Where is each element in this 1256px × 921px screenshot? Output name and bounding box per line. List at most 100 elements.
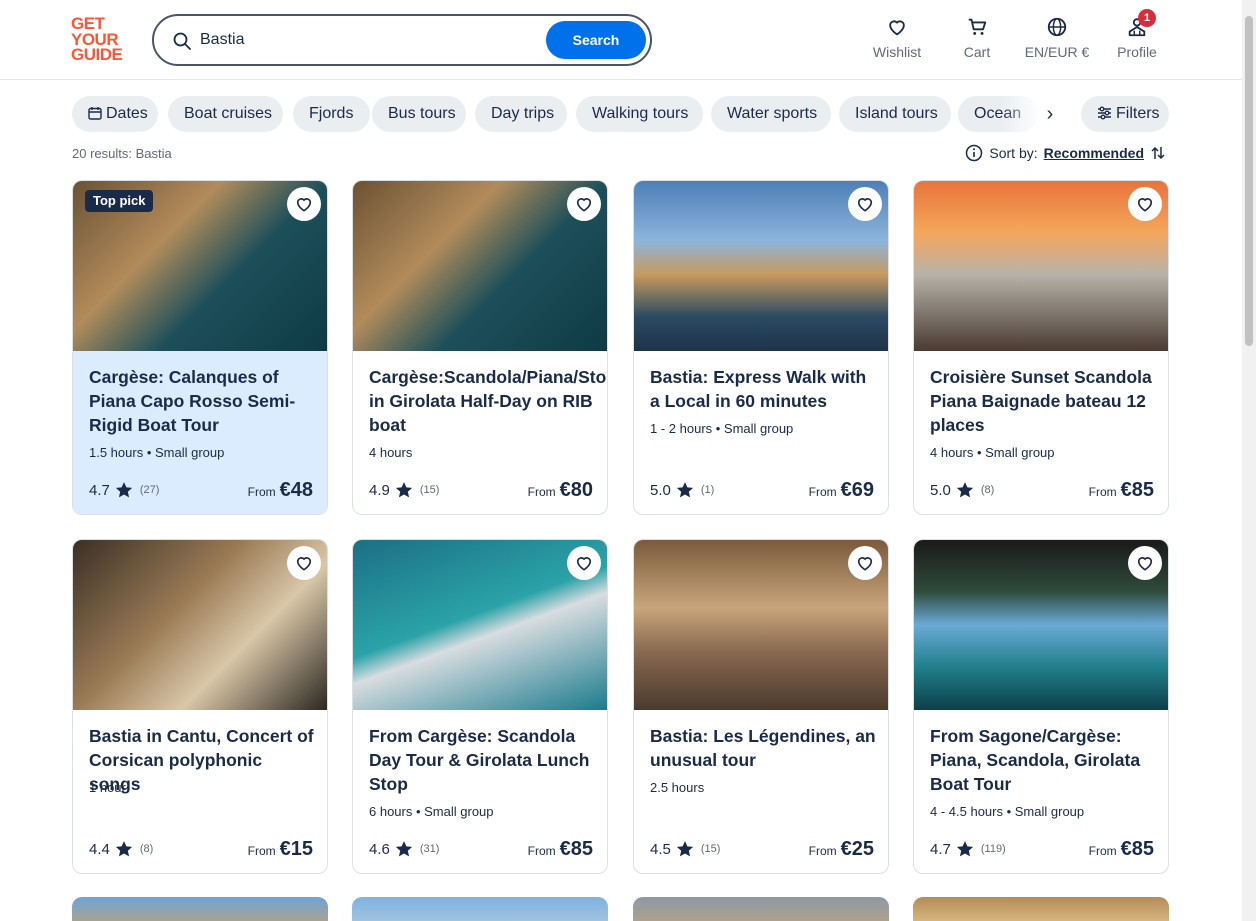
search-button[interactable]: Search <box>546 21 646 59</box>
sort-control[interactable]: Sort by: Recommended <box>965 144 1166 162</box>
activity-duration: 1 hour <box>89 780 126 795</box>
wishlist-heart-button[interactable] <box>567 187 601 221</box>
heart-icon <box>576 198 592 212</box>
activity-card[interactable]: Bastia: Express Walk with a Local in 60 … <box>633 180 889 515</box>
review-count: (119) <box>980 843 1006 855</box>
getyourguide-logo[interactable]: GET YOUR GUIDE <box>71 15 131 64</box>
globe-icon <box>1047 17 1067 37</box>
activity-title[interactable]: Cargèse:Scandola/Piana/Stop in Girolata … <box>369 365 607 437</box>
card-image-partial[interactable] <box>913 897 1169 921</box>
info-icon[interactable] <box>965 144 983 162</box>
profile-link[interactable]: 1 Profile <box>1115 9 1159 66</box>
activity-duration: 4 - 4.5 hours • Small group <box>930 804 1085 819</box>
chip-day-trips[interactable]: Day trips <box>475 96 567 132</box>
star-icon <box>395 482 413 498</box>
activity-price: From €80 <box>527 479 593 501</box>
wishlist-heart-button[interactable] <box>287 546 321 580</box>
activity-card[interactable]: Cargèse:Scandola/Piana/Stop in Girolata … <box>352 180 608 515</box>
calendar-icon <box>88 107 102 120</box>
heart-icon <box>296 557 312 571</box>
activity-title[interactable]: Croisière Sunset Scandola Piana Baignade… <box>930 365 1156 437</box>
activity-card[interactable]: Top pick Cargèse: Calanques of Piana Cap… <box>72 180 328 515</box>
activity-title[interactable]: From Cargèse: Scandola Day Tour & Girola… <box>369 724 595 796</box>
activity-rating: 4.4 (8) <box>89 840 154 858</box>
card-body: From Cargèse: Scandola Day Tour & Girola… <box>353 710 607 873</box>
chip-boat-cruises[interactable]: Boat cruises <box>168 96 283 132</box>
chevron-right-icon[interactable]: › <box>1038 96 1062 132</box>
wishlist-heart-button[interactable] <box>1128 187 1162 221</box>
card-image-partial[interactable] <box>633 897 889 921</box>
activity-rating: 4.7 (119) <box>930 840 1006 858</box>
activity-duration: 6 hours • Small group <box>369 804 494 819</box>
card-body: Cargèse: Calanques of Piana Capo Rosso S… <box>73 351 327 514</box>
search-input[interactable] <box>200 26 530 54</box>
card-body: Bastia: Express Walk with a Local in 60 … <box>634 351 888 514</box>
activity-rating: 4.7 (27) <box>89 481 160 499</box>
review-count: (1) <box>700 484 715 496</box>
activity-card[interactable]: Croisière Sunset Scandola Piana Baignade… <box>913 180 1169 515</box>
activity-card[interactable]: From Cargèse: Scandola Day Tour & Girola… <box>352 539 608 874</box>
sliders-icon <box>1098 106 1111 120</box>
activity-card[interactable]: From Sagone/Cargèse: Piana, Scandola, Gi… <box>913 539 1169 874</box>
activity-rating: 4.5 (15) <box>650 840 721 858</box>
wishlist-link[interactable]: Wishlist <box>870 14 924 66</box>
activity-price: From €85 <box>1088 838 1154 860</box>
card-image-partial[interactable] <box>352 897 608 921</box>
chip-island-tours[interactable]: Island tours <box>839 96 951 132</box>
top-pick-badge: Top pick <box>85 190 154 212</box>
wishlist-heart-button[interactable] <box>567 546 601 580</box>
heart-icon <box>296 198 312 212</box>
activity-rating: 5.0 (1) <box>650 481 715 499</box>
card-body: Bastia: Les Légendines, an unusual tour … <box>634 710 888 873</box>
card-body: Bastia in Cantu, Concert of Corsican pol… <box>73 710 327 873</box>
star-icon <box>115 841 133 857</box>
search-icon <box>173 32 191 50</box>
activity-duration: 4 hours • Small group <box>930 445 1055 460</box>
cart-link[interactable]: Cart <box>957 14 997 66</box>
chip-water-sports[interactable]: Water sports <box>711 96 831 132</box>
chip-walking-tours[interactable]: Walking tours <box>576 96 703 132</box>
star-icon <box>956 841 974 857</box>
activity-title[interactable]: From Sagone/Cargèse: Piana, Scandola, Gi… <box>930 724 1156 796</box>
wishlist-heart-button[interactable] <box>1128 546 1162 580</box>
activity-price: From €69 <box>808 479 874 501</box>
activity-price: From €15 <box>247 838 313 860</box>
chips-fade <box>1002 96 1042 132</box>
star-icon <box>676 841 694 857</box>
activity-duration: 2.5 hours <box>650 780 705 795</box>
card-body: Croisière Sunset Scandola Piana Baignade… <box>914 351 1168 514</box>
activity-title[interactable]: Bastia: Les Légendines, an unusual tour <box>650 724 876 772</box>
activity-price: From €85 <box>1088 479 1154 501</box>
heart-icon <box>857 198 873 212</box>
page-scrollbar[interactable] <box>1242 0 1256 921</box>
activity-rating: 4.6 (31) <box>369 840 440 858</box>
chip-bus-tours[interactable]: Bus tours <box>372 96 466 132</box>
results-count: 20 results: Bastia <box>72 146 172 161</box>
chip-fjords[interactable]: Fjords <box>293 96 370 132</box>
activity-price: From €48 <box>247 479 313 501</box>
chip-dates[interactable]: Dates <box>72 96 158 132</box>
activity-card[interactable]: Bastia in Cantu, Concert of Corsican pol… <box>72 539 328 874</box>
category-chips: Dates Boat cruises Fjords Bus tours Day … <box>72 96 1172 132</box>
star-icon <box>115 482 133 498</box>
wishlist-heart-button[interactable] <box>287 187 321 221</box>
review-count: (31) <box>419 843 440 855</box>
heart-icon <box>1137 557 1153 571</box>
cart-icon <box>968 18 987 35</box>
activity-title[interactable]: Bastia: Express Walk with a Local in 60 … <box>650 365 876 413</box>
card-image-partial[interactable] <box>72 897 328 921</box>
sort-value[interactable]: Recommended <box>1044 145 1144 161</box>
wishlist-heart-button[interactable] <box>848 187 882 221</box>
scrollbar-thumb[interactable] <box>1245 16 1253 346</box>
review-count: (15) <box>700 843 721 855</box>
activity-title[interactable]: Cargèse: Calanques of Piana Capo Rosso S… <box>89 365 315 437</box>
star-icon <box>395 841 413 857</box>
activity-card[interactable]: Bastia: Les Légendines, an unusual tour … <box>633 539 889 874</box>
star-icon <box>676 482 694 498</box>
activity-duration: 1 - 2 hours • Small group <box>650 421 794 436</box>
search-bar: Search <box>152 14 652 66</box>
filters-button[interactable]: Filters <box>1081 96 1169 132</box>
heart-icon <box>576 557 592 571</box>
language-currency-link[interactable]: EN/EUR € <box>1022 14 1092 66</box>
wishlist-heart-button[interactable] <box>848 546 882 580</box>
